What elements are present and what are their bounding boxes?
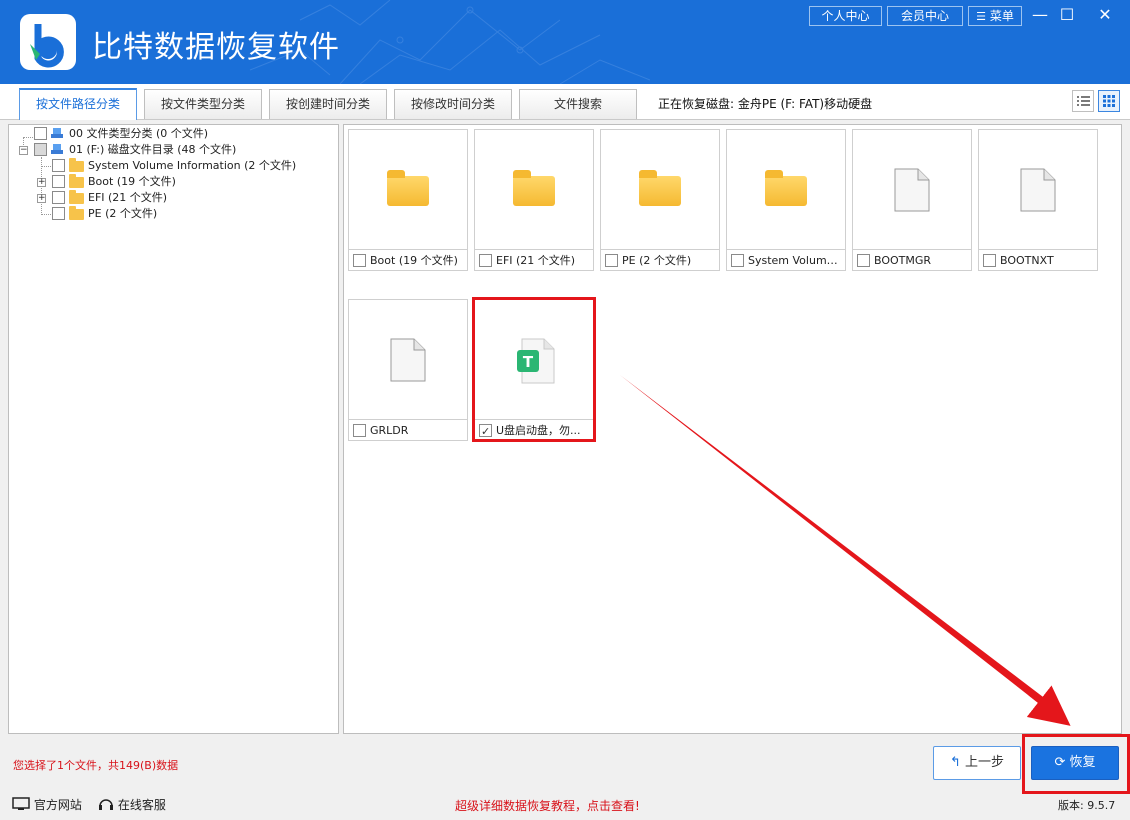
official-website-label: 官方网站 <box>33 798 82 812</box>
recover-button[interactable]: ⟳ 恢复 <box>1031 746 1119 780</box>
version-label: 版本: 9.5.7 <box>1058 799 1116 812</box>
back-arrow-icon: ↰ <box>949 755 961 770</box>
previous-step-button[interactable]: ↰ 上一步 <box>933 746 1021 780</box>
previous-step-label: 上一步 <box>965 755 1005 770</box>
online-support-link[interactable]: 在线客服 <box>98 796 166 813</box>
annotation-arrow <box>620 375 1071 726</box>
recover-label: 恢复 <box>1069 755 1096 770</box>
online-support-label: 在线客服 <box>117 798 166 812</box>
monitor-icon <box>12 797 30 810</box>
selection-status: 您选择了1个文件，共149(B)数据 <box>13 759 179 772</box>
tutorial-link[interactable]: 超级详细数据恢复教程，点击查看! <box>455 797 640 814</box>
refresh-icon: ⟳ <box>1054 755 1066 770</box>
headset-icon <box>99 799 113 810</box>
official-website-link[interactable]: 官方网站 <box>12 796 82 813</box>
